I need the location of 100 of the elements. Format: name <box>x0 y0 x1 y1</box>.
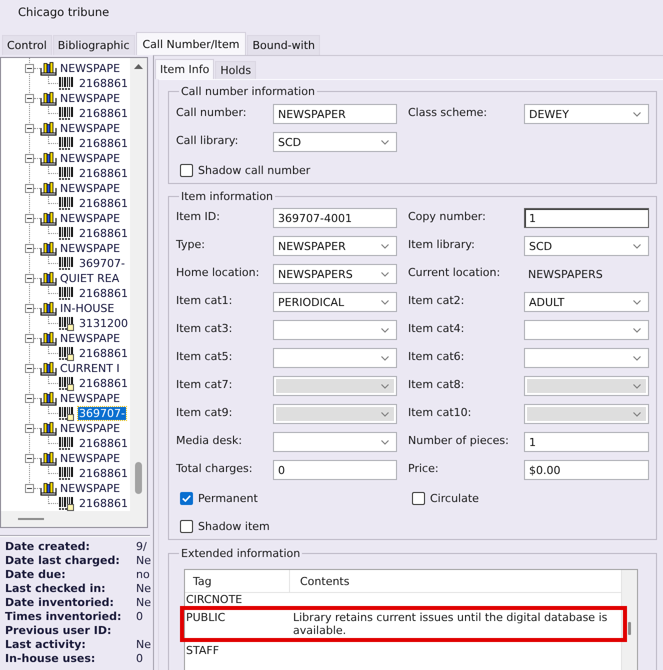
tree-item[interactable]: QUIET REA <box>59 272 120 285</box>
minus-box-icon[interactable] <box>25 454 34 463</box>
dropdown[interactable]: ADULT <box>524 292 649 312</box>
tree-item[interactable]: 2168861 <box>78 287 129 300</box>
checkbox[interactable] <box>180 520 193 532</box>
tree-item[interactable]: 2168861 <box>78 437 129 450</box>
minus-box-icon[interactable] <box>25 244 34 253</box>
tree-item[interactable]: 2168861 <box>78 197 129 210</box>
tree-item[interactable]: 2168861 <box>78 467 129 480</box>
dropdown[interactable]: DEWEY <box>524 104 649 124</box>
info-value: 0 <box>136 610 143 624</box>
tab[interactable]: Control <box>2 35 52 55</box>
minus-box-icon[interactable] <box>25 334 34 343</box>
checkbox-label[interactable]: Shadow item <box>198 520 270 532</box>
dropdown[interactable]: SCD <box>524 236 649 256</box>
tab[interactable]: Bound-with <box>247 35 320 55</box>
table-cell-text: Library retains current issues until the digital database is available. <box>292 611 608 637</box>
up-arrow-icon[interactable] <box>134 64 143 69</box>
tab[interactable]: Bibliographic <box>52 35 134 55</box>
tree-item[interactable]: 369707- <box>78 407 126 420</box>
checkbox[interactable] <box>180 164 193 176</box>
checkbox-label[interactable]: Permanent <box>198 492 258 504</box>
dropdown[interactable]: SCD <box>273 132 397 152</box>
minus-box-icon[interactable] <box>25 394 34 403</box>
text-field[interactable]: 1 <box>524 432 649 452</box>
tab[interactable]: Call Number/Item <box>136 32 246 55</box>
tree-item[interactable]: 369707- <box>78 257 126 270</box>
vertical-scrollbar[interactable] <box>130 58 147 511</box>
info-value: 9/ <box>136 540 147 554</box>
tree-item[interactable]: NEWSPAPE <box>59 332 122 345</box>
minus-box-icon[interactable] <box>25 214 34 223</box>
tree-item[interactable]: IN-HOUSE <box>59 302 116 315</box>
minus-box-icon[interactable] <box>25 124 34 133</box>
tree-item[interactable]: NEWSPAPE <box>59 212 122 225</box>
chevron-down-icon <box>633 356 641 360</box>
tree-item[interactable]: NEWSPAPE <box>59 242 122 255</box>
tree-item[interactable]: NEWSPAPE <box>59 152 122 165</box>
tree-item[interactable]: NEWSPAPE <box>59 122 122 135</box>
minus-box-icon[interactable] <box>25 274 34 283</box>
info-label: Times inventoried: <box>5 610 122 624</box>
checkbox[interactable] <box>412 492 425 504</box>
minus-box-icon[interactable] <box>25 184 34 193</box>
tree-item[interactable]: 2168861 <box>78 227 129 240</box>
text-field[interactable]: 0 <box>273 460 397 480</box>
tree-item[interactable]: NEWSPAPE <box>59 452 122 465</box>
chevron-down-icon <box>381 300 389 304</box>
tree-item[interactable]: NEWSPAPE <box>59 92 122 105</box>
tree-item[interactable]: 2168861 <box>78 347 129 360</box>
minus-box-icon[interactable] <box>25 64 34 73</box>
bookshelf-icon <box>40 122 57 136</box>
scrollbar-thumb[interactable] <box>135 462 142 494</box>
tree-item[interactable]: 2168861 <box>78 137 129 150</box>
minus-box-icon[interactable] <box>25 424 34 433</box>
tree-item[interactable]: 2168861 <box>78 497 129 510</box>
tree-item[interactable]: NEWSPAPE <box>59 182 122 195</box>
checkbox-label[interactable]: Shadow call number <box>198 164 310 176</box>
tree-item[interactable]: NEWSPAPE <box>59 422 122 435</box>
text-field[interactable]: NEWSPAPER <box>273 104 397 124</box>
scrollbar-thumb[interactable] <box>628 622 631 635</box>
text-field[interactable]: $0.00 <box>524 460 649 480</box>
tree-item[interactable]: NEWSPAPE <box>59 62 122 75</box>
tree-item[interactable]: 2168861 <box>78 107 129 120</box>
scrollbar-thumb[interactable] <box>18 518 44 520</box>
dropdown[interactable]: NEWSPAPERS <box>273 264 397 284</box>
tree-item[interactable]: NEWSPAPE <box>59 482 122 495</box>
minus-box-icon[interactable] <box>25 484 34 493</box>
vertical-scrollbar[interactable] <box>621 570 637 670</box>
minus-box-icon[interactable] <box>25 94 34 103</box>
column-header[interactable]: Contents <box>290 570 621 592</box>
field-label: Total charges: <box>176 462 252 475</box>
table-cell: CIRCNOTE <box>185 593 242 606</box>
window-title: Chicago tribune <box>18 5 110 19</box>
tree-item[interactable]: 2168861 <box>78 77 129 90</box>
horizontal-scrollbar[interactable] <box>1 511 147 527</box>
chevron-down-icon <box>381 356 389 360</box>
minus-box-icon[interactable] <box>25 154 34 163</box>
text-field[interactable]: 369707-4001 <box>273 208 397 228</box>
field-label: Item library: <box>408 238 475 251</box>
minus-box-icon[interactable] <box>25 364 34 373</box>
checkbox[interactable] <box>180 492 193 504</box>
chevron-down-icon <box>381 328 389 332</box>
tab[interactable]: Item Info <box>155 59 214 79</box>
group-title: Call number information <box>180 85 316 98</box>
dropdown[interactable]: PERIODICAL <box>273 292 397 312</box>
text-field[interactable]: 1 <box>524 208 649 228</box>
field-label: Item cat10: <box>408 406 472 419</box>
field-label: Number of pieces: <box>408 434 509 447</box>
tree-item[interactable]: NEWSPAPE <box>59 392 122 405</box>
column-header[interactable]: Tag <box>185 570 290 592</box>
checkbox-label[interactable]: Circulate <box>430 492 479 504</box>
tree-item[interactable]: 2168861 <box>78 377 129 390</box>
dropdown[interactable]: NEWSPAPER <box>273 236 397 256</box>
bookshelf-icon <box>40 302 57 316</box>
tab[interactable]: Holds <box>215 61 256 79</box>
tree-item[interactable]: 3131200 <box>78 317 129 330</box>
minus-box-icon[interactable] <box>25 304 34 313</box>
field-label: Item ID: <box>176 210 220 223</box>
tree-item[interactable]: 2168861 <box>78 167 129 180</box>
chevron-down-icon <box>381 384 389 388</box>
tree-item[interactable]: CURRENT I <box>59 362 121 375</box>
